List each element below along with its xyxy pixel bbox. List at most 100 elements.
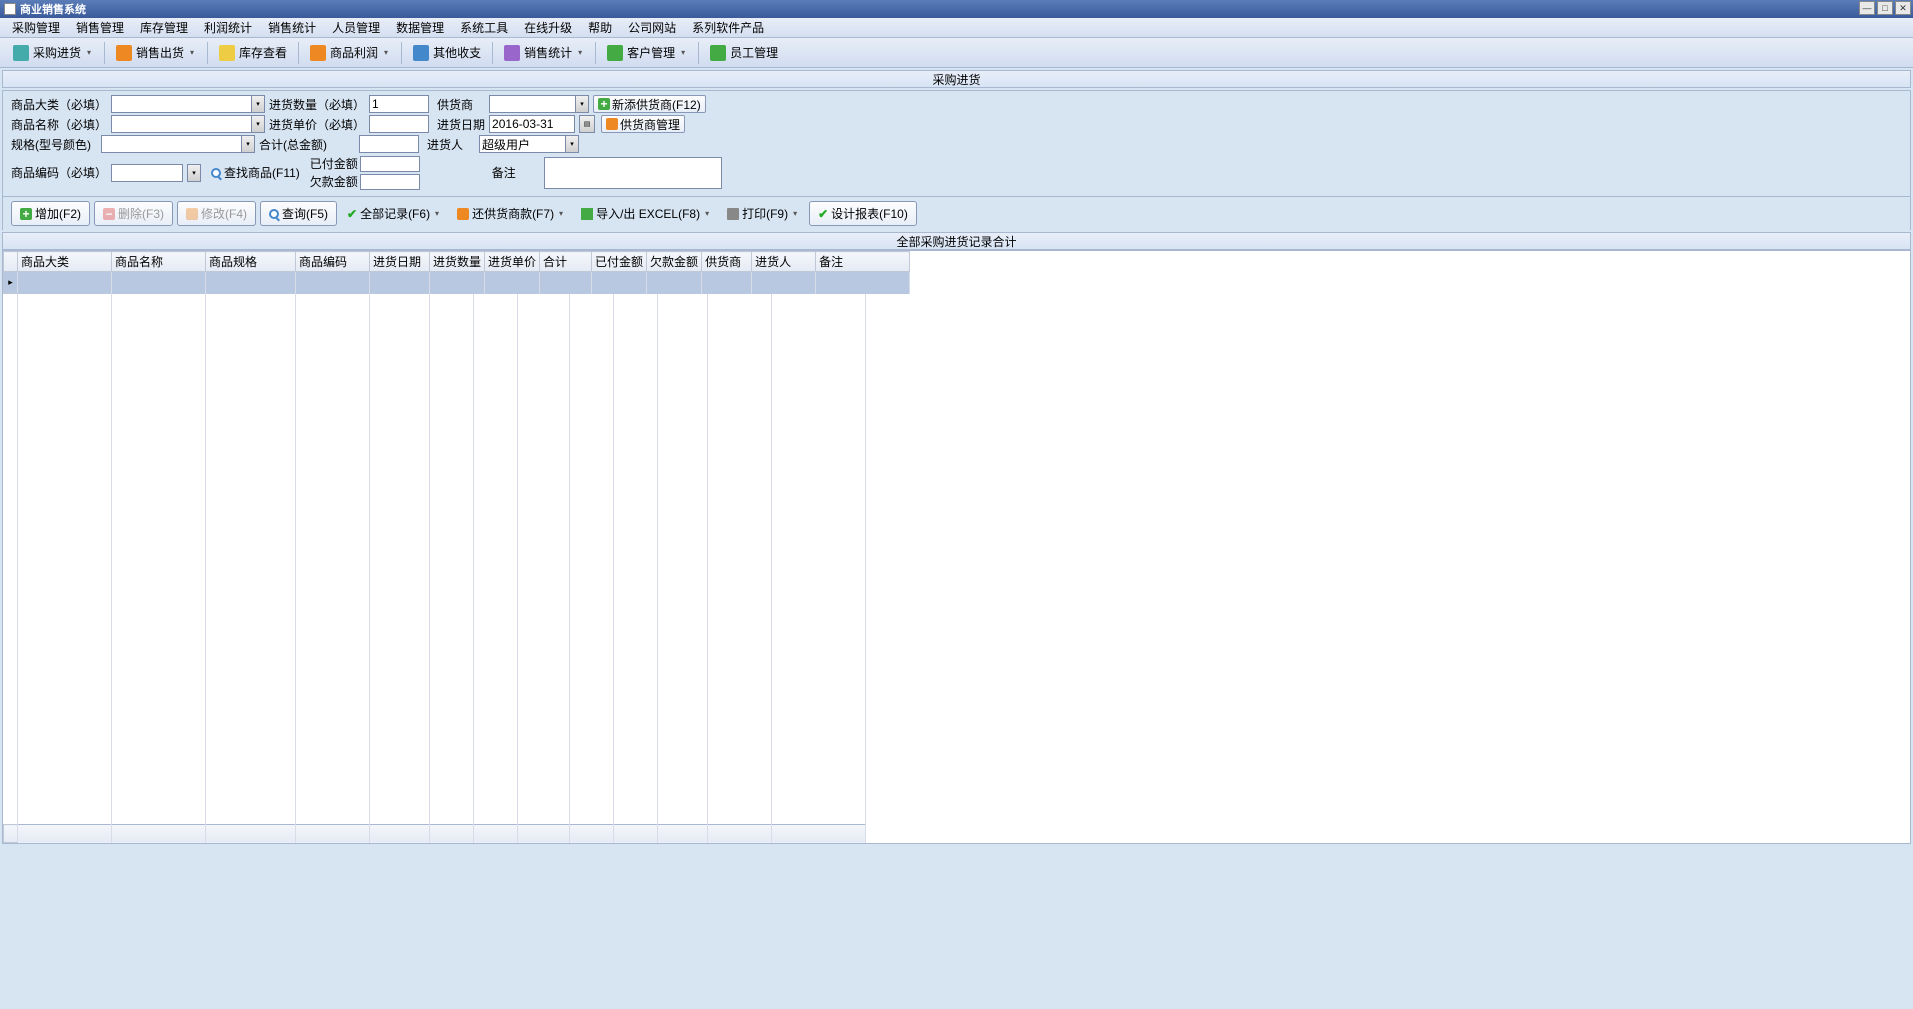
total-input[interactable] (359, 135, 419, 153)
repay-button[interactable]: 还供货商款(F7)▾ (451, 202, 571, 225)
grid-cell[interactable] (370, 272, 430, 294)
combo-button[interactable]: ▾ (575, 95, 589, 113)
dropdown-icon[interactable]: ▾ (576, 48, 584, 57)
menu-sales[interactable]: 销售管理 (68, 17, 132, 38)
column-header[interactable]: 欠款金额 (647, 252, 702, 272)
grid-body[interactable] (3, 294, 1910, 824)
tool-staff[interactable]: 员工管理 (703, 40, 785, 65)
price-input[interactable] (369, 115, 429, 133)
grid-cell[interactable] (702, 272, 752, 294)
all-records-button[interactable]: ✔全部记录(F6)▾ (341, 202, 447, 225)
tool-stock[interactable]: 库存查看 (212, 40, 294, 65)
owed-input[interactable] (360, 174, 420, 190)
tool-other[interactable]: 其他收支 (406, 40, 488, 65)
menu-tools[interactable]: 系统工具 (452, 17, 516, 38)
dropdown-icon[interactable]: ▾ (188, 48, 196, 57)
spec-combo[interactable]: ▾ (101, 135, 255, 153)
column-header[interactable]: 商品规格 (206, 252, 296, 272)
date-input[interactable] (489, 115, 575, 133)
grid-cell[interactable] (816, 272, 910, 294)
name-input[interactable] (111, 115, 251, 133)
menu-data[interactable]: 数据管理 (388, 17, 452, 38)
grid-cell[interactable]: ▸ (4, 272, 18, 294)
print-button[interactable]: 打印(F9)▾ (721, 202, 805, 225)
operator-input[interactable] (479, 135, 565, 153)
dropdown-icon[interactable]: ▾ (557, 209, 565, 218)
grid-cell[interactable] (752, 272, 816, 294)
grid-cell[interactable] (296, 272, 370, 294)
combo-button[interactable]: ▾ (241, 135, 255, 153)
combo-button[interactable]: ▾ (251, 115, 265, 133)
dropdown-icon[interactable]: ▾ (791, 209, 799, 218)
menu-help[interactable]: 帮助 (580, 17, 620, 38)
menu-products[interactable]: 系列软件产品 (684, 17, 772, 38)
column-header[interactable] (4, 252, 18, 272)
grid-cell[interactable] (540, 272, 592, 294)
category-input[interactable] (111, 95, 251, 113)
column-header[interactable]: 备注 (816, 252, 910, 272)
menu-purchase[interactable]: 采购管理 (4, 17, 68, 38)
menu-upgrade[interactable]: 在线升级 (516, 17, 580, 38)
add-supplier-button[interactable]: 新添供货商(F12) (593, 95, 706, 113)
minimize-button[interactable]: — (1859, 1, 1875, 15)
column-header[interactable]: 进货数量 (430, 252, 485, 272)
paid-input[interactable] (360, 156, 420, 172)
supplier-input[interactable] (489, 95, 575, 113)
column-header[interactable]: 商品编码 (296, 252, 370, 272)
column-header[interactable]: 进货单价 (485, 252, 540, 272)
operator-combo[interactable]: ▾ (479, 135, 579, 153)
column-header[interactable]: 商品名称 (112, 252, 206, 272)
qty-input[interactable] (369, 95, 429, 113)
grid-cell[interactable] (18, 272, 112, 294)
grid-cell[interactable] (430, 272, 485, 294)
search-product-button[interactable]: 查找商品(F11) (205, 161, 306, 184)
data-grid[interactable]: 商品大类商品名称商品规格商品编码进货日期进货数量进货单价合计已付金额欠款金额供货… (2, 250, 1911, 844)
delete-button[interactable]: 删除(F3) (94, 201, 173, 226)
tool-purchase[interactable]: 采购进货▾ (6, 40, 100, 65)
dropdown-icon[interactable]: ▾ (85, 48, 93, 57)
column-header[interactable]: 已付金额 (592, 252, 647, 272)
dropdown-icon[interactable]: ▾ (433, 209, 441, 218)
menu-profit[interactable]: 利润统计 (196, 17, 260, 38)
dropdown-icon[interactable]: ▾ (382, 48, 390, 57)
grid-cell[interactable] (112, 272, 206, 294)
tool-sell[interactable]: 销售出货▾ (109, 40, 203, 65)
combo-button[interactable]: ▾ (565, 135, 579, 153)
date-picker-button[interactable]: ▤ (579, 115, 595, 133)
design-report-button[interactable]: ✔设计报表(F10) (809, 201, 917, 226)
table-row[interactable]: ▸ (4, 272, 910, 294)
menu-sales-stat[interactable]: 销售统计 (260, 17, 324, 38)
remark-input[interactable] (544, 157, 722, 189)
edit-button[interactable]: 修改(F4) (177, 201, 256, 226)
menu-stock[interactable]: 库存管理 (132, 17, 196, 38)
column-header[interactable]: 供货商 (702, 252, 752, 272)
close-button[interactable]: ✕ (1895, 1, 1911, 15)
tool-stat[interactable]: 销售统计▾ (497, 40, 591, 65)
column-header[interactable]: 合计 (540, 252, 592, 272)
grid-cell[interactable] (647, 272, 702, 294)
category-combo[interactable]: ▾ (111, 95, 265, 113)
maximize-button[interactable]: □ (1877, 1, 1893, 15)
menu-staff[interactable]: 人员管理 (324, 17, 388, 38)
grid-cell[interactable] (206, 272, 296, 294)
grid-cell[interactable] (592, 272, 647, 294)
dropdown-icon[interactable]: ▾ (703, 209, 711, 218)
combo-button[interactable]: ▾ (251, 95, 265, 113)
add-button[interactable]: 增加(F2) (11, 201, 90, 226)
excel-button[interactable]: 导入/出 EXCEL(F8)▾ (575, 202, 717, 225)
code-input[interactable] (111, 164, 183, 182)
combo-button[interactable]: ▾ (187, 164, 201, 182)
query-button[interactable]: 查询(F5) (260, 201, 337, 226)
spec-input[interactable] (101, 135, 241, 153)
column-header[interactable]: 商品大类 (18, 252, 112, 272)
tool-profit[interactable]: 商品利润▾ (303, 40, 397, 65)
supplier-combo[interactable]: ▾ (489, 95, 589, 113)
column-header[interactable]: 进货人 (752, 252, 816, 272)
menu-website[interactable]: 公司网站 (620, 17, 684, 38)
column-header[interactable]: 进货日期 (370, 252, 430, 272)
dropdown-icon[interactable]: ▾ (679, 48, 687, 57)
name-combo[interactable]: ▾ (111, 115, 265, 133)
tool-customer[interactable]: 客户管理▾ (600, 40, 694, 65)
grid-cell[interactable] (485, 272, 540, 294)
manage-supplier-button[interactable]: 供货商管理 (601, 115, 685, 133)
